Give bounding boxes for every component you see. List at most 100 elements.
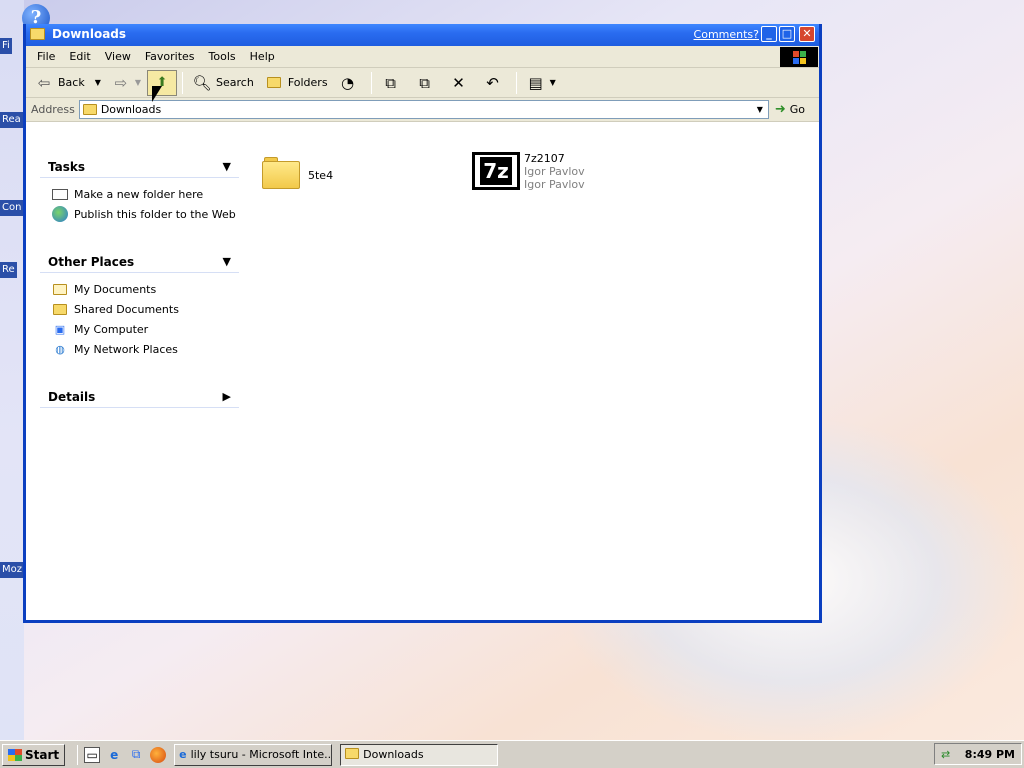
menu-help[interactable]: Help (243, 50, 282, 63)
views-button[interactable]: ▤ ▼ (522, 70, 560, 96)
start-button[interactable]: Start (2, 743, 66, 766)
file-item-publisher: Igor Pavlov (524, 165, 585, 178)
go-button[interactable]: ➜ Go (775, 102, 805, 117)
minimize-button[interactable]: _ (761, 26, 777, 42)
desktop-icon-label-1[interactable]: Fi (0, 38, 12, 54)
views-dropdown-icon: ▼ (549, 78, 556, 87)
globe-icon (52, 206, 68, 222)
collapse-chevron-icon[interactable]: ▼ (223, 156, 231, 178)
other-places-title: Other Places (48, 255, 135, 269)
place-my-computer-label: My Computer (74, 322, 149, 336)
folders-icon (264, 73, 284, 93)
clock[interactable]: 8:49 PM (965, 748, 1015, 761)
search-icon: 🔍︎ (192, 73, 212, 92)
menu-bar: File Edit View Favorites Tools Help (26, 46, 819, 68)
windows-flag-icon (8, 748, 22, 761)
taskbar-task-ie[interactable]: e lily tsuru - Microsoft Inte... (174, 743, 333, 766)
firefox-icon[interactable] (150, 746, 167, 763)
my-computer-icon: ▣ (54, 322, 66, 336)
taskbar: Start ▭ e ⧉ e lily tsuru - Microsoft Int… (0, 740, 1024, 768)
menu-edit[interactable]: Edit (62, 50, 97, 63)
task-new-folder[interactable]: Make a new folder here (40, 184, 239, 204)
back-dropdown-icon[interactable]: ▼ (95, 78, 101, 87)
place-my-documents-label: My Documents (74, 282, 157, 296)
folder-icon (82, 104, 97, 115)
place-shared-documents[interactable]: Shared Documents (40, 299, 239, 319)
window-client: File Edit View Favorites Tools Help ⇦ Ba… (26, 46, 819, 620)
forward-arrow-icon: ⇨ (114, 73, 128, 92)
7z-app-icon: 7z (472, 152, 520, 190)
forward-dropdown-icon[interactable]: ▼ (135, 78, 141, 87)
toolbar-separator (182, 71, 184, 94)
undo-icon: ↶ (486, 73, 499, 92)
7z-icon-text: 7z (480, 157, 512, 185)
delete-button[interactable]: ✕ (445, 70, 477, 96)
undo-button[interactable]: ↶ (479, 70, 511, 96)
file-item-7z-installer[interactable]: 7z 7z2107 Igor Pavlov Igor Pavlov (472, 152, 585, 191)
task-new-folder-label: Make a new folder here (74, 187, 204, 201)
comments-link[interactable]: Comments? (694, 28, 759, 41)
views-icon: ▤ (528, 73, 543, 92)
desktop-icon-label-4[interactable]: Re (0, 262, 17, 278)
move-to-icon: ⧉ (385, 73, 396, 92)
taskbar-task-label: Downloads (363, 748, 424, 761)
my-documents-icon (52, 281, 68, 297)
file-item-name: 5te4 (308, 169, 334, 182)
task-publish-web-label: Publish this folder to the Web (74, 207, 236, 221)
details-header[interactable]: Details ▶ (40, 386, 239, 408)
expand-chevron-icon[interactable]: ▶ (223, 386, 231, 408)
menu-file[interactable]: File (30, 50, 62, 63)
standard-toolbar: ⇦ Back ▼ ⇨ ▼ ⬆ 🔍︎ Search Folders ◔ ⧉ ⧉ ✕… (26, 68, 819, 98)
menu-favorites[interactable]: Favorites (138, 50, 202, 63)
maximize-button[interactable]: □ (779, 26, 795, 42)
menu-view[interactable]: View (98, 50, 138, 63)
address-label: Address (31, 103, 75, 116)
place-my-network-places-label: My Network Places (74, 342, 178, 356)
folder-icon (30, 28, 45, 40)
desktop-icon-label-5[interactable]: Moz (0, 562, 24, 578)
title-bar[interactable]: Downloads Comments? _ □ ✕ (26, 24, 819, 46)
folders-button[interactable]: Folders (260, 70, 332, 96)
place-my-documents[interactable]: My Documents (40, 279, 239, 299)
toolbar-separator (370, 71, 372, 94)
network-places-icon: ◍ (55, 342, 65, 356)
address-bar: Address Downloads ▼ ➜ Go (26, 98, 819, 122)
address-input[interactable]: Downloads ▼ (78, 100, 769, 119)
menu-tools[interactable]: Tools (202, 50, 243, 63)
switch-windows-icon[interactable]: ⧉ (128, 747, 144, 763)
network-tray-icon[interactable]: ⇄ (941, 748, 950, 761)
task-pane: Tasks ▼ Make a new folder here Publish t… (26, 145, 252, 620)
back-button[interactable]: ⇦ Back ▼ (30, 70, 105, 96)
quick-launch: ▭ e ⧉ (77, 744, 167, 765)
desktop-left-strip (0, 0, 24, 740)
search-label: Search (216, 76, 254, 89)
close-button[interactable]: ✕ (799, 26, 815, 42)
tasks-header[interactable]: Tasks ▼ (40, 156, 239, 178)
tasks-group: Tasks ▼ Make a new folder here Publish t… (40, 156, 239, 224)
collapse-chevron-icon[interactable]: ▼ (223, 251, 231, 273)
task-publish-web[interactable]: Publish this folder to the Web (40, 204, 239, 224)
history-button[interactable]: ◔ (334, 70, 366, 96)
mouse-cursor-icon (152, 86, 162, 102)
search-button[interactable]: 🔍︎ Search (188, 70, 258, 96)
file-item-folder[interactable]: 5te4 (262, 153, 333, 189)
shared-documents-icon (52, 301, 68, 317)
taskbar-task-downloads[interactable]: Downloads (340, 743, 499, 766)
address-dropdown-icon[interactable]: ▼ (752, 101, 768, 118)
place-my-network-places[interactable]: ◍ My Network Places (40, 339, 239, 359)
folder-icon (345, 747, 360, 762)
show-desktop-icon[interactable]: ▭ (84, 746, 101, 763)
file-list: 5te4 7z 7z2107 Igor Pavlov Igor Pavlov (252, 145, 819, 620)
desktop-icon-label-3[interactable]: Con (0, 200, 24, 216)
file-item-company: Igor Pavlov (524, 178, 585, 191)
internet-explorer-icon[interactable]: e (106, 747, 122, 763)
go-label: Go (789, 103, 805, 116)
other-places-header[interactable]: Other Places ▼ (40, 251, 239, 273)
place-my-computer[interactable]: ▣ My Computer (40, 319, 239, 339)
desktop-icon-label-2[interactable]: Rea (0, 112, 23, 128)
forward-button[interactable]: ⇨ ▼ (107, 70, 145, 96)
window-title: Downloads (52, 27, 127, 41)
address-value: Downloads (100, 103, 162, 116)
copy-to-button[interactable]: ⧉ (411, 70, 443, 96)
move-to-button[interactable]: ⧉ (377, 70, 409, 96)
